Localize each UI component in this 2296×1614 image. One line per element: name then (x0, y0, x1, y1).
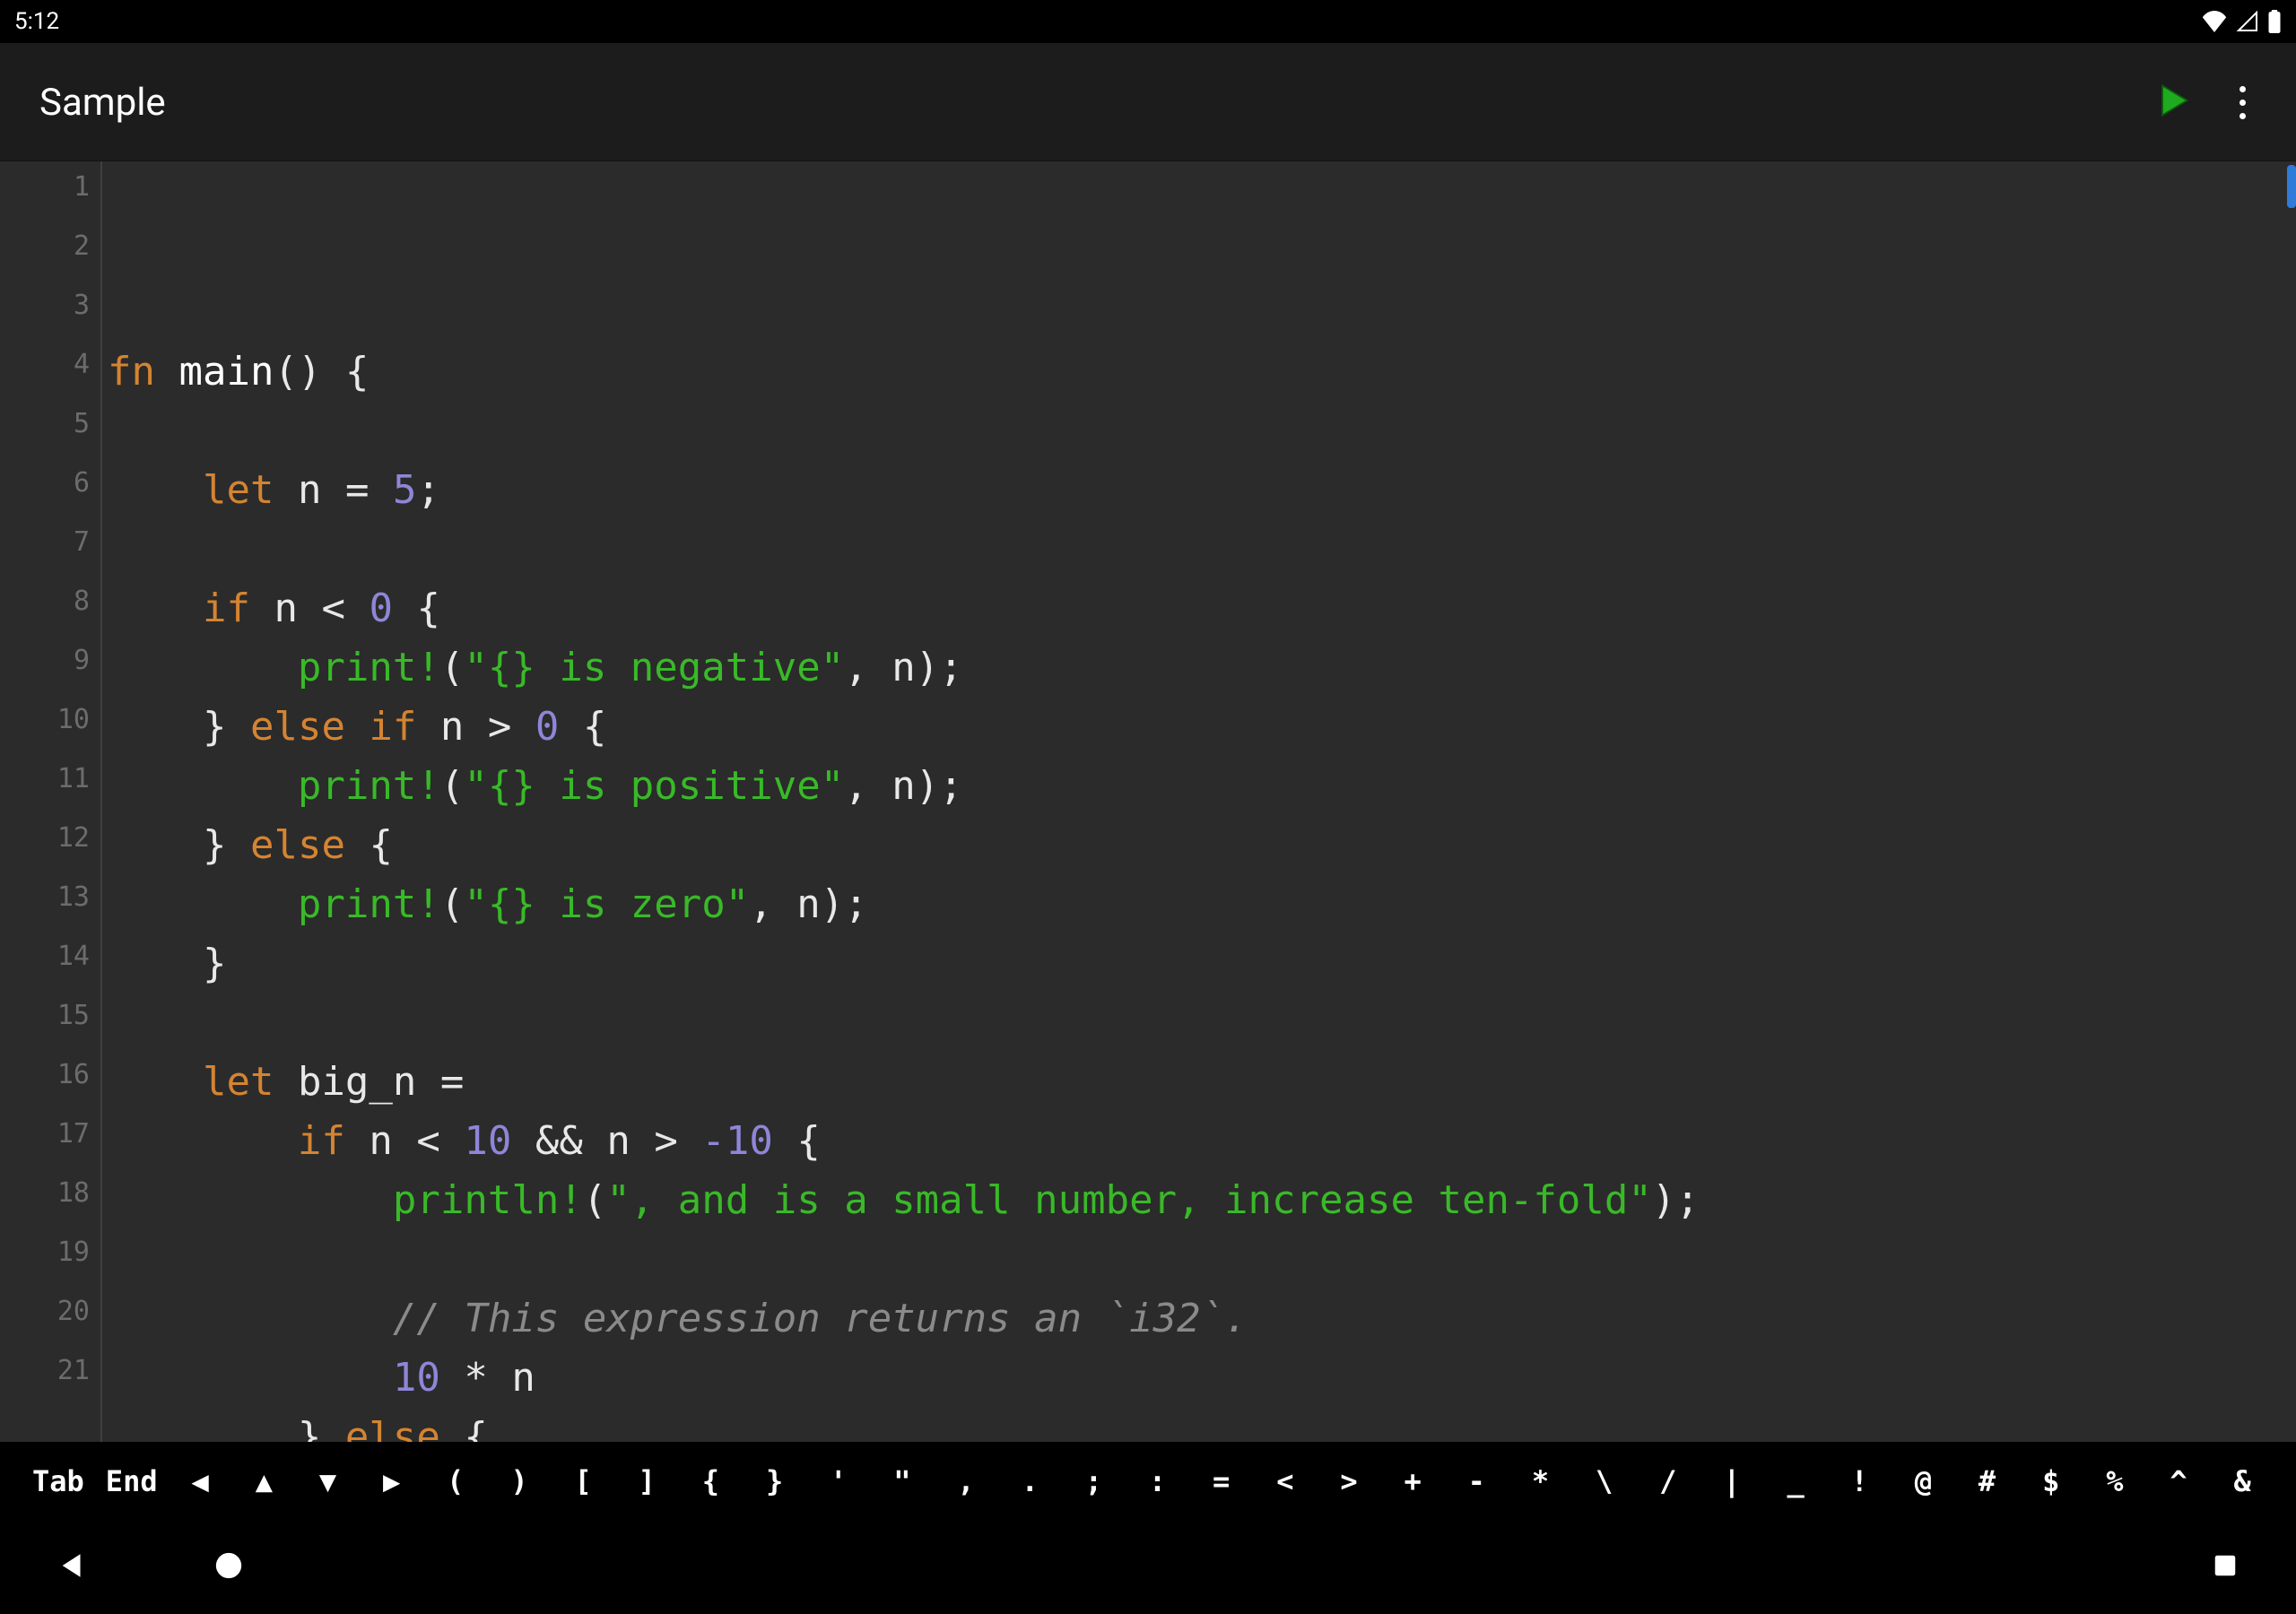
line-number: 7 (0, 520, 90, 579)
code-line[interactable]: } else { (108, 816, 2296, 875)
code-area[interactable]: fn main() { let n = 5; if n < 0 { print!… (102, 161, 2296, 1442)
code-line[interactable]: if n < 0 { (108, 579, 2296, 638)
line-number: 4 (0, 343, 90, 402)
toolbar-symbol[interactable]: * (1509, 1464, 1572, 1498)
toolbar-symbol[interactable]: $ (2019, 1464, 2083, 1498)
line-number: 16 (0, 1053, 90, 1112)
toolbar-symbol[interactable]: & (2211, 1464, 2274, 1498)
code-line[interactable]: if n < 10 && n > -10 { (108, 1112, 2296, 1171)
code-line[interactable] (108, 1230, 2296, 1289)
overflow-menu-button[interactable] (2224, 84, 2260, 120)
code-line[interactable]: fn main() { (108, 343, 2296, 402)
code-line[interactable] (108, 994, 2296, 1053)
toolbar-symbol[interactable]: + (1381, 1464, 1445, 1498)
toolbar-key-end[interactable]: End (95, 1464, 169, 1498)
toolbar-symbol[interactable]: ) (487, 1464, 551, 1498)
status-icons (2201, 10, 2282, 33)
line-number: 9 (0, 638, 90, 698)
toolbar-symbol[interactable]: [ (552, 1464, 615, 1498)
toolbar-arrow-left[interactable]: ◀ (169, 1464, 232, 1498)
line-number: 20 (0, 1289, 90, 1349)
line-number: 2 (0, 224, 90, 283)
toolbar-symbol[interactable]: } (743, 1464, 806, 1498)
toolbar-symbol[interactable]: : (1126, 1464, 1189, 1498)
toolbar-symbol[interactable]: - (1445, 1464, 1509, 1498)
line-number-gutter: 123456789101112131415161718192021 (0, 161, 102, 1442)
toolbar-arrow-up[interactable]: ▲ (232, 1464, 296, 1498)
toolbar-symbol[interactable]: ^ (2146, 1464, 2210, 1498)
line-number: 11 (0, 757, 90, 816)
line-number: 12 (0, 816, 90, 875)
line-number: 19 (0, 1230, 90, 1289)
line-number: 13 (0, 875, 90, 934)
toolbar-symbol[interactable]: { (679, 1464, 743, 1498)
toolbar-symbol[interactable]: > (1317, 1464, 1380, 1498)
line-number: 5 (0, 402, 90, 461)
toolbar-symbol[interactable]: | (1700, 1464, 1763, 1498)
toolbar-symbol[interactable]: @ (1892, 1464, 1955, 1498)
toolbar-symbol[interactable]: # (1955, 1464, 2019, 1498)
line-number: 6 (0, 461, 90, 520)
code-line[interactable]: 10 * n (108, 1349, 2296, 1408)
code-line[interactable]: print!("{} is positive", n); (108, 757, 2296, 816)
toolbar-symbol[interactable]: , (934, 1464, 997, 1498)
cell-signal-icon (2235, 11, 2260, 32)
home-button[interactable] (213, 1550, 244, 1584)
code-editor[interactable]: 123456789101112131415161718192021 fn mai… (0, 161, 2296, 1442)
battery-icon (2267, 10, 2282, 33)
action-bar: Sample (0, 43, 2296, 161)
toolbar-symbol[interactable]: ' (806, 1464, 870, 1498)
code-line[interactable]: println!(", and is a small number, incre… (108, 1171, 2296, 1230)
wifi-icon (2201, 11, 2228, 32)
line-number: 18 (0, 1171, 90, 1230)
line-number: 8 (0, 579, 90, 638)
toolbar-symbol[interactable]: " (870, 1464, 934, 1498)
run-button[interactable] (2152, 81, 2192, 124)
line-number: 10 (0, 698, 90, 757)
code-line[interactable]: } else if n > 0 { (108, 698, 2296, 757)
toolbar-arrow-down[interactable]: ▼ (296, 1464, 360, 1498)
code-line[interactable]: // This expression returns an `i32`. (108, 1289, 2296, 1349)
code-line[interactable] (108, 520, 2296, 579)
toolbar-symbol[interactable]: ] (615, 1464, 679, 1498)
code-line[interactable]: } else { (108, 1408, 2296, 1442)
toolbar-symbol[interactable]: / (1636, 1464, 1700, 1498)
line-number: 15 (0, 994, 90, 1053)
android-nav-bar (0, 1521, 2296, 1614)
scroll-indicator[interactable] (2287, 165, 2296, 208)
back-button[interactable] (57, 1550, 88, 1584)
toolbar-symbol[interactable]: % (2083, 1464, 2146, 1498)
toolbar-symbol[interactable]: ! (1828, 1464, 1892, 1498)
android-status-bar: 5:12 (0, 0, 2296, 43)
code-line[interactable]: let big_n = (108, 1053, 2296, 1112)
toolbar-symbol[interactable]: = (1189, 1464, 1253, 1498)
toolbar-symbol[interactable]: \ (1572, 1464, 1636, 1498)
code-line[interactable]: } (108, 934, 2296, 994)
code-line[interactable]: let n = 5; (108, 461, 2296, 520)
toolbar-symbol[interactable]: . (998, 1464, 1062, 1498)
page-title: Sample (39, 81, 166, 125)
line-number: 3 (0, 283, 90, 343)
toolbar-arrow-right[interactable]: ▶ (360, 1464, 423, 1498)
line-number: 1 (0, 165, 90, 224)
code-line[interactable]: print!("{} is negative", n); (108, 638, 2296, 698)
recents-button[interactable] (2212, 1552, 2239, 1583)
line-number: 17 (0, 1112, 90, 1171)
toolbar-key-tab[interactable]: Tab (22, 1464, 95, 1498)
symbol-toolbar: TabEnd◀▲▼▶()[]{}'",.;:=<>+-*\/|_!@#$%^& (0, 1442, 2296, 1521)
toolbar-symbol[interactable]: _ (1764, 1464, 1828, 1498)
toolbar-symbol[interactable]: ; (1062, 1464, 1126, 1498)
line-number: 14 (0, 934, 90, 994)
toolbar-symbol[interactable]: ( (423, 1464, 487, 1498)
toolbar-symbol[interactable]: < (1253, 1464, 1317, 1498)
code-line[interactable]: print!("{} is zero", n); (108, 875, 2296, 934)
line-number: 21 (0, 1349, 90, 1408)
code-line[interactable] (108, 402, 2296, 461)
status-time: 5:12 (14, 8, 59, 35)
